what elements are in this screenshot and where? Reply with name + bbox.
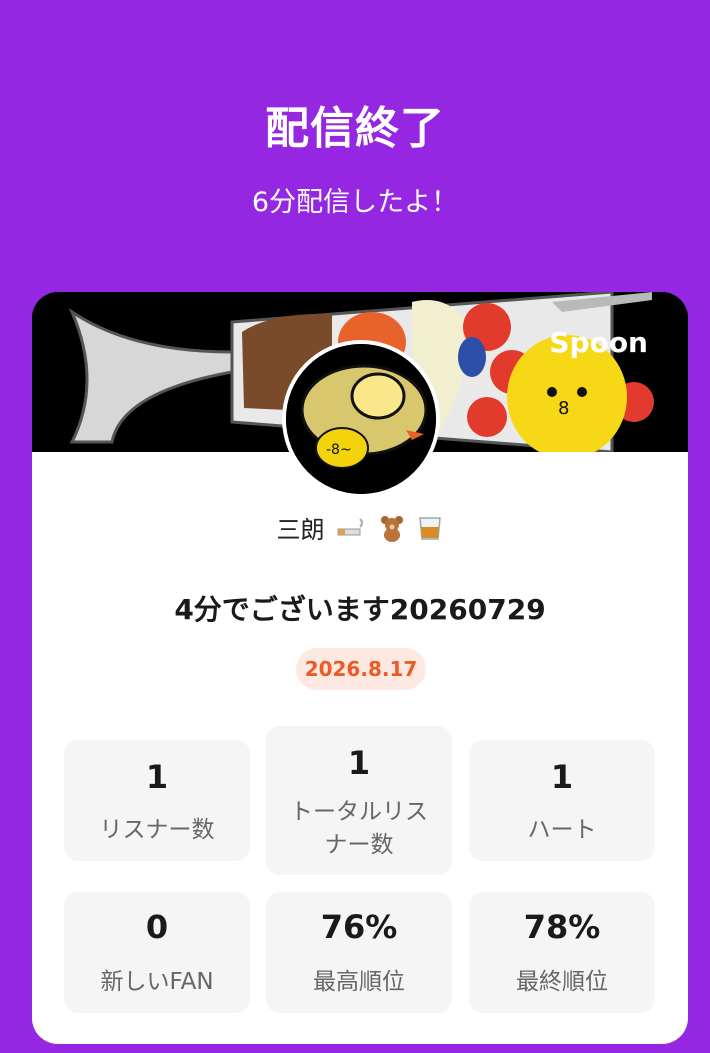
stat-listeners: 1 リスナー数 bbox=[64, 740, 250, 861]
stat-total-listeners: 1 トータルリスナー数 bbox=[266, 726, 452, 875]
stat-final-rank: 78% 最終順位 bbox=[469, 892, 655, 1013]
stat-value: 1 bbox=[347, 744, 371, 782]
stat-label: リスナー数 bbox=[99, 817, 215, 843]
brand-logo: Spoon bbox=[549, 326, 648, 359]
stat-new-fans: 0 新しいFAN bbox=[64, 892, 250, 1013]
date-badge: 2026.8.17 bbox=[296, 648, 426, 690]
broadcast-summary-card: 8 Spoon -8~ 三朗 4分でございます20260729 2026.8.1… bbox=[32, 292, 688, 1044]
stat-value: 76% bbox=[320, 908, 398, 946]
avatar-image: -8~ bbox=[286, 344, 436, 494]
stat-label: ハート bbox=[527, 817, 597, 843]
stat-label: 最終順位 bbox=[516, 969, 608, 995]
duration-message: 6分配信したよ！ bbox=[251, 187, 459, 218]
stat-value: 0 bbox=[145, 908, 169, 946]
stat-value: 1 bbox=[550, 758, 574, 796]
stat-hearts: 1 ハート bbox=[469, 740, 655, 861]
stat-value: 1 bbox=[145, 758, 169, 796]
stat-value: 78% bbox=[523, 908, 601, 946]
stat-highest-rank: 76% 最高順位 bbox=[266, 892, 452, 1013]
svg-text:8: 8 bbox=[558, 398, 569, 419]
teddy-bear-icon bbox=[378, 514, 406, 548]
stat-label: トータルリスナー数 bbox=[290, 799, 428, 858]
avatar-illustration: -8~ bbox=[286, 344, 436, 494]
broadcast-end-screen: 配信終了 6分配信したよ！ 8 Spoon -8~ 三朗 4分でございます202… bbox=[0, 0, 710, 1053]
stat-label: 新しいFAN bbox=[100, 969, 214, 995]
username: 三朗 bbox=[276, 516, 325, 544]
live-title: 4分でございます20260729 bbox=[174, 593, 546, 626]
whisky-glass-icon bbox=[417, 514, 443, 548]
cigarette-icon bbox=[336, 517, 366, 545]
avatar[interactable]: -8~ bbox=[282, 340, 440, 498]
username-row: 三朗 bbox=[32, 510, 688, 548]
svg-text:-8~: -8~ bbox=[326, 442, 352, 458]
page-title: 配信終了 bbox=[265, 103, 445, 154]
stat-label: 最高順位 bbox=[313, 969, 405, 995]
